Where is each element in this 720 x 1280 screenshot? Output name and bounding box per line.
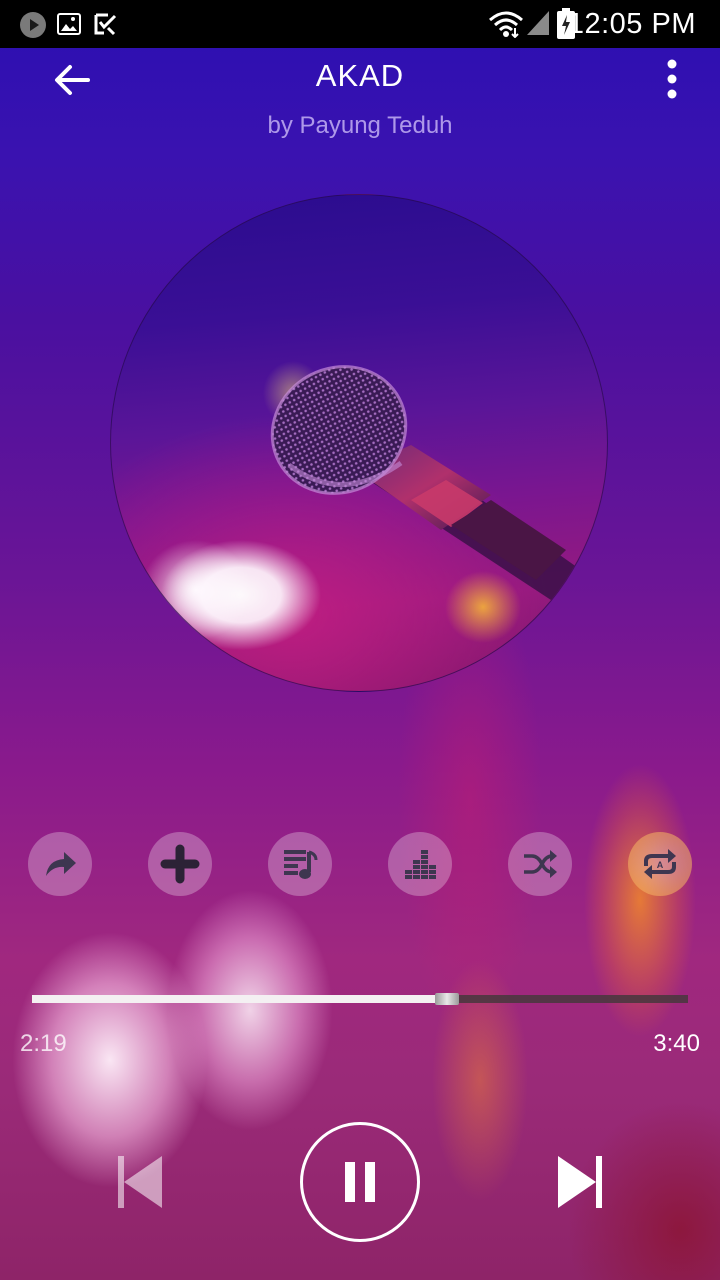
seek-progress bbox=[32, 995, 447, 1003]
shuffle-icon bbox=[524, 850, 557, 878]
total-time: 3:40 bbox=[653, 1030, 700, 1057]
seek-thumb[interactable] bbox=[434, 993, 459, 1005]
equalizer-button[interactable] bbox=[388, 832, 452, 896]
repeat-button[interactable]: A bbox=[628, 832, 692, 896]
back-button[interactable] bbox=[48, 56, 96, 104]
more-options-button[interactable] bbox=[656, 58, 688, 102]
next-button[interactable] bbox=[554, 1152, 606, 1212]
share-icon bbox=[46, 852, 76, 876]
add-button[interactable] bbox=[148, 832, 212, 896]
pause-button[interactable] bbox=[300, 1122, 420, 1242]
elapsed-time: 2:19 bbox=[20, 1030, 67, 1057]
share-button[interactable] bbox=[28, 832, 92, 896]
play-circle-icon bbox=[20, 12, 46, 38]
svg-text:A: A bbox=[657, 860, 664, 870]
plus-icon bbox=[160, 844, 200, 884]
previous-button[interactable] bbox=[114, 1152, 166, 1212]
now-playing-screen: 12:05 PM AKAD by Payung Teduh A 2:19 3:4… bbox=[0, 0, 720, 1280]
wifi-icon bbox=[489, 11, 523, 38]
skip-previous-icon bbox=[118, 1156, 162, 1208]
status-bar: 12:05 PM bbox=[0, 0, 720, 48]
signal-icon bbox=[527, 11, 549, 35]
seek-bar[interactable] bbox=[32, 993, 688, 1005]
more-vert-icon bbox=[667, 59, 677, 99]
back-arrow-icon bbox=[55, 65, 90, 95]
song-artist: by Payung Teduh bbox=[267, 112, 453, 139]
checklist-icon bbox=[94, 13, 117, 36]
image-icon bbox=[57, 13, 81, 35]
equalizer-icon bbox=[405, 850, 436, 879]
skip-next-icon bbox=[558, 1156, 602, 1208]
song-title: AKAD bbox=[315, 58, 405, 93]
lyrics-icon bbox=[284, 850, 318, 879]
pause-icon bbox=[345, 1162, 375, 1202]
microphone-artwork bbox=[270, 365, 581, 600]
lyrics-button[interactable] bbox=[268, 832, 332, 896]
repeat-icon: A bbox=[644, 849, 676, 879]
shuffle-button[interactable] bbox=[508, 832, 572, 896]
album-art bbox=[110, 194, 608, 692]
status-time: 12:05 PM bbox=[567, 8, 696, 40]
